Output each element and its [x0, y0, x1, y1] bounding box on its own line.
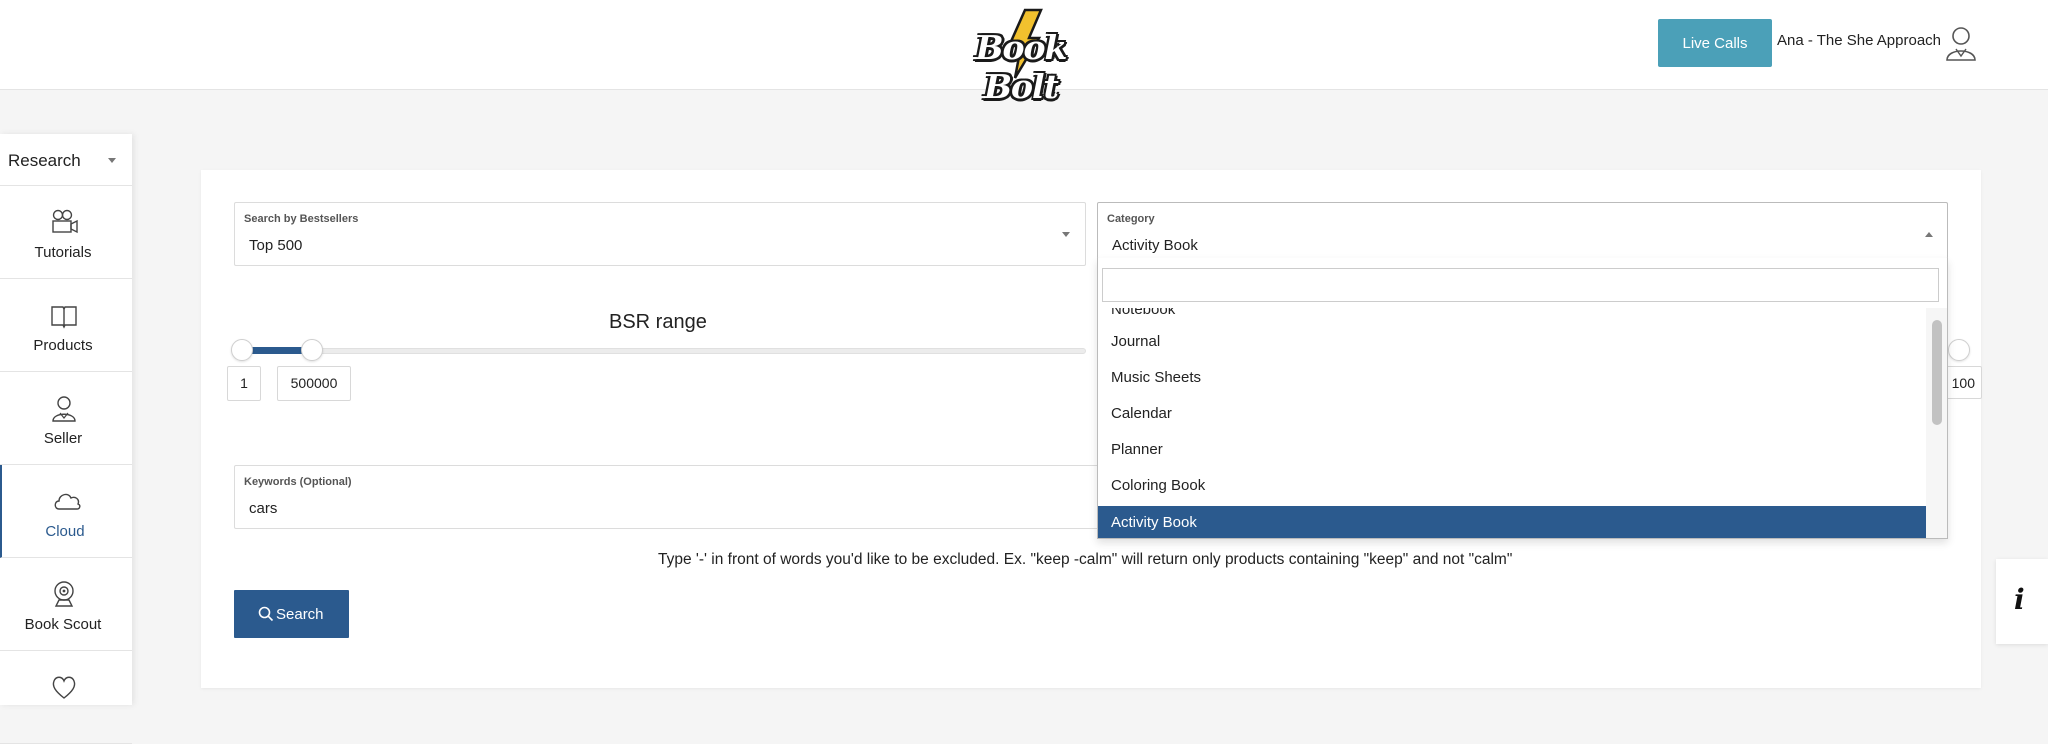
book-bolt-logo[interactable]: Book Bolt — [936, 6, 1106, 106]
chevron-up-icon — [1925, 232, 1933, 237]
bestsellers-value: Top 500 — [249, 237, 303, 254]
bsr-slider-track[interactable] — [242, 348, 1086, 354]
info-icon: i — [2014, 583, 2025, 616]
sidebar: Research Tutorials Products Seller Cloud — [0, 134, 132, 744]
category-option[interactable]: Coloring Book — [1098, 469, 1926, 501]
category-label: Category — [1107, 213, 1155, 225]
keywords-label: Keywords (Optional) — [244, 476, 352, 488]
chevron-down-icon — [108, 158, 116, 163]
sidebar-item-label: Seller — [43, 430, 83, 447]
cloud-icon — [54, 493, 81, 510]
search-button-label: Search — [276, 606, 324, 623]
category-options-list: Notebook Journal Music Sheets Calendar P… — [1098, 308, 1926, 538]
bsr-min-input[interactable]: 1 — [227, 366, 261, 401]
user-name[interactable]: Ana - The She Approach — [1777, 32, 1941, 49]
category-option[interactable]: Planner — [1098, 433, 1926, 465]
keywords-hint: Type '-' in front of words you'd like to… — [658, 551, 1513, 568]
category-option-selected[interactable]: Activity Book — [1098, 506, 1926, 538]
category-option[interactable]: Music Sheets — [1098, 361, 1926, 393]
live-calls-button[interactable]: Live Calls — [1658, 19, 1772, 67]
right-slider-handle[interactable] — [1948, 339, 1970, 361]
category-search-input[interactable] — [1102, 268, 1939, 302]
sidebar-item-label: Tutorials — [34, 244, 92, 261]
sidebar-item-products[interactable]: Products — [0, 279, 132, 372]
sidebar-item-cloud[interactable]: Cloud — [0, 465, 132, 558]
bsr-min-handle[interactable] — [231, 339, 253, 361]
heart-icon — [52, 676, 76, 699]
chevron-down-icon — [1062, 232, 1070, 237]
info-button[interactable]: i — [1996, 559, 2048, 644]
section-select-value: Research — [8, 151, 81, 170]
category-dropdown: Notebook Journal Music Sheets Calendar P… — [1097, 258, 1948, 539]
sidebar-item-favorites[interactable] — [0, 651, 132, 744]
search-button[interactable]: Search — [234, 590, 349, 638]
category-value: Activity Book — [1112, 237, 1198, 254]
search-icon — [258, 606, 274, 622]
sidebar-item-tutorials[interactable]: Tutorials — [0, 186, 132, 279]
bestsellers-select[interactable]: Search by Bestsellers Top 500 — [234, 202, 1086, 266]
top-header: Book Bolt Live Calls Ana - The She Appro… — [0, 0, 2048, 106]
open-book-icon — [51, 306, 77, 329]
dropdown-scrollbar-thumb[interactable] — [1932, 320, 1942, 425]
category-select[interactable]: Category Activity Book — [1097, 202, 1948, 259]
sidebar-item-book-scout[interactable]: Book Scout — [0, 558, 132, 651]
category-option[interactable]: Journal — [1098, 325, 1926, 357]
bsr-max-handle[interactable] — [301, 339, 323, 361]
sidebar-item-seller[interactable]: Seller — [0, 372, 132, 465]
category-option[interactable]: Calendar — [1098, 397, 1926, 429]
logo-text: Book Bolt — [975, 28, 1068, 106]
webcam-icon — [54, 581, 74, 607]
category-option[interactable]: Notebook — [1098, 308, 1926, 325]
movie-camera-icon — [52, 209, 78, 234]
section-select[interactable]: Research — [0, 134, 132, 186]
bsr-max-input[interactable]: 500000 — [277, 366, 351, 401]
sidebar-item-label: Cloud — [45, 523, 85, 540]
sidebar-item-label: Products — [33, 337, 93, 354]
keywords-input[interactable]: cars — [249, 500, 277, 517]
bestsellers-label: Search by Bestsellers — [244, 213, 359, 225]
user-avatar-icon[interactable] — [1943, 24, 1979, 62]
person-icon — [52, 396, 76, 422]
bsr-range-title: BSR range — [609, 311, 707, 333]
sidebar-item-label: Book Scout — [24, 616, 102, 633]
